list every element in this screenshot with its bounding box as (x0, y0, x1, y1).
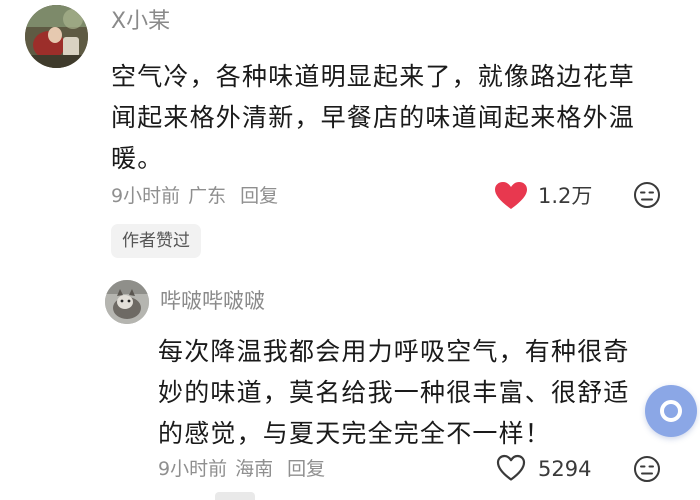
reply-comment-meta: 9小时前 海南 回复 (158, 456, 325, 482)
reply-comment-line: 每次降温我都会用力呼吸空气，有种很奇 (158, 337, 630, 366)
main-comment-line: 空气冷，各种味道明显起来了，就像路边花草 (111, 62, 636, 91)
avatar-cat-icon (105, 280, 149, 324)
main-comment-meta: 9小时前 广东 回复 (111, 183, 278, 209)
main-comment-text: 空气冷，各种味道明显起来了，就像路边花草 闻起来格外清新，早餐店的味道闻起来格外… (111, 56, 666, 179)
reply-comment-line: 妙的味道，莫名给我一种很丰富、很舒适 (158, 378, 630, 407)
like-button[interactable] (496, 454, 526, 482)
floating-action-button[interactable] (645, 385, 697, 437)
comment-time: 9小时前 (111, 185, 181, 207)
dislike-button[interactable] (633, 455, 661, 483)
dislike-face-icon (634, 182, 660, 208)
comment-time: 9小时前 (158, 458, 228, 480)
author-liked-badge: 作者赞过 (111, 224, 201, 258)
reply-button[interactable]: 回复 (240, 185, 278, 207)
reply-button[interactable]: 回复 (287, 458, 325, 480)
comment-location: 海南 (235, 458, 274, 480)
reply-username[interactable]: 哔啵哔啵啵 (160, 287, 265, 315)
reply-comment-line: 的感觉，与夏天完全完全不一样！ (158, 419, 552, 448)
main-comment-line: 闻起来格外清新，早餐店的味道闻起来格外温 (111, 103, 636, 132)
main-comment-line: 暖。 (111, 144, 164, 173)
like-count: 5294 (538, 457, 592, 481)
comment-location: 广东 (188, 185, 227, 207)
like-button[interactable] (494, 181, 528, 211)
circle-ring-icon (660, 400, 682, 422)
heart-outline-icon (496, 454, 526, 481)
reply-avatar[interactable] (105, 280, 149, 324)
dislike-face-icon (634, 456, 660, 482)
main-comment-username[interactable]: X小某 (111, 8, 170, 36)
scroll-edge-divider (215, 492, 255, 500)
avatar-photo-icon (25, 5, 88, 68)
heart-filled-icon (495, 182, 527, 209)
dislike-button[interactable] (633, 181, 661, 209)
main-comment-avatar[interactable] (25, 5, 88, 68)
reply-comment-text: 每次降温我都会用力呼吸空气，有种很奇 妙的味道，莫名给我一种很丰富、很舒适 的感… (158, 331, 638, 454)
like-count: 1.2万 (538, 184, 593, 208)
